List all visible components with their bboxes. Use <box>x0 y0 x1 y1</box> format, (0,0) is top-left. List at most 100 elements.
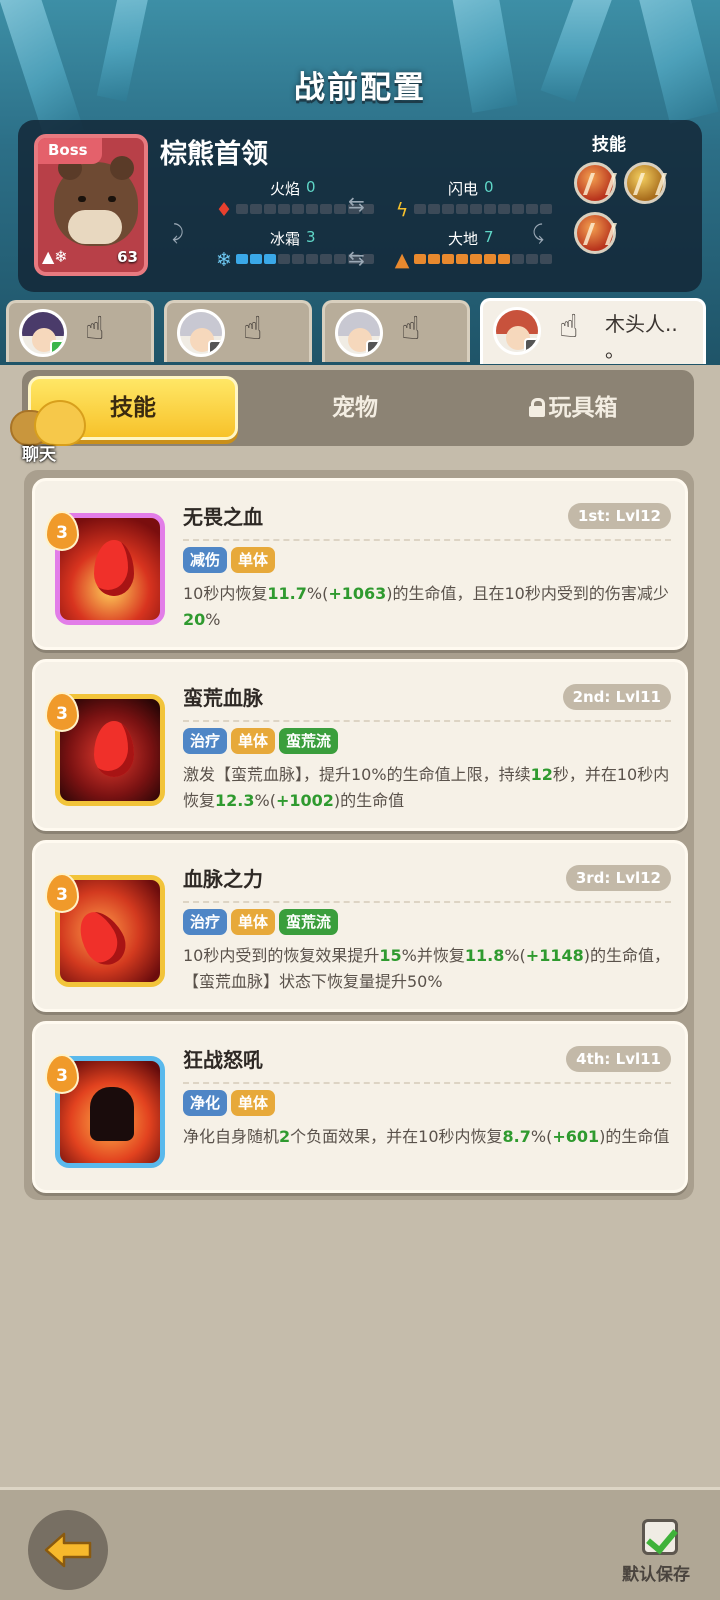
element-label: 大地 <box>447 230 478 248</box>
hero-tab-2[interactable]: ☝ <box>164 300 312 362</box>
skill-level-badge: 3 <box>45 873 79 913</box>
swap-arrow-icon: ⇆ <box>348 246 365 270</box>
element-bar-segment <box>456 204 468 214</box>
lightning-icon: ϟ <box>395 199 409 221</box>
skill-rank: 4th: Lvl11 <box>566 1046 671 1072</box>
boss-skills-label: 技能 <box>592 135 626 155</box>
hero-avatar <box>335 309 383 357</box>
divider <box>183 901 671 903</box>
page-title: 战前配置 <box>294 70 426 106</box>
back-button[interactable] <box>28 1510 108 1590</box>
description-text: )的生命值 <box>333 791 405 810</box>
skill-tag: 净化 <box>183 1090 228 1116</box>
skill-level-badge: 3 <box>45 692 79 732</box>
description-text: 10秒内受到的恢复效果提升 <box>183 946 380 965</box>
element-bar-segment <box>526 254 538 264</box>
element-bar-segment <box>306 254 318 264</box>
hero-avatar <box>493 307 541 355</box>
tab-pets[interactable]: 宠物 <box>250 376 460 440</box>
swap-arrow-icon: ⇆ <box>348 192 365 216</box>
skill-tags: 净化 单体 <box>183 1090 276 1116</box>
tap-hand-icon: ☝ <box>85 309 105 347</box>
bear-avatar-icon <box>54 156 138 246</box>
snowflake-icon: ❄ <box>216 249 232 271</box>
divider <box>183 539 671 541</box>
skill-card[interactable]: 3 血脉之力 3rd: Lvl12 治疗 单体 蛮荒流 10秒内受到的恢复效果提升1… <box>32 840 688 1012</box>
element-label: 冰霜 <box>269 230 300 248</box>
swap-arrow-icon: ⤸ <box>172 220 184 244</box>
skill-title: 狂战怒吼 <box>183 1048 263 1072</box>
element-label: 闪电 <box>447 180 478 198</box>
boss-portrait[interactable]: Boss ▲❄ 63 <box>34 134 148 276</box>
hero-tab-3[interactable]: ☝ <box>322 300 470 362</box>
skill-tag: 单体 <box>231 547 276 573</box>
fire-icon: ♦ <box>215 199 233 221</box>
element-bar-segment <box>498 254 510 264</box>
default-save-label: 默认保存 <box>622 1565 690 1585</box>
chat-button[interactable]: 聊天 <box>8 400 86 465</box>
element-bar <box>414 254 552 264</box>
default-save-checkbox[interactable] <box>642 1519 678 1555</box>
skill-description: 10秒内恢复11.7%(+1063)的生命值，且在10秒内受到的伤害减少 20% <box>183 581 677 633</box>
skill-tag: 蛮荒流 <box>279 728 339 754</box>
element-bar-segment <box>428 254 440 264</box>
skill-card[interactable]: 3 无畏之血 1st: Lvl12 减伤 单体 10秒内恢复11.7%(+1063… <box>32 478 688 650</box>
section-tabs: 技能 宠物 玩具箱 <box>22 370 694 446</box>
hero-tab-1[interactable]: ☝ <box>6 300 154 362</box>
element-bar-segment <box>540 204 552 214</box>
element-value: 3 <box>306 228 316 246</box>
element-bar-segment <box>484 254 496 264</box>
boss-name: 棕熊首领 <box>160 139 268 170</box>
skill-description: 激发【蛮荒血脉】，提升10%的生命值上限，持续12秒，并在10秒内恢复12.3%… <box>183 762 677 814</box>
element-bar-segment <box>526 204 538 214</box>
element-bar-segment <box>264 204 276 214</box>
hero-avatar <box>19 309 67 357</box>
element-bar-segment <box>250 254 262 264</box>
description-text: %( <box>530 1127 553 1146</box>
boss-info-panel: Boss ▲❄ 63 棕熊首领 火焰 0 ♦ 闪电 0 ϟ 冰霜 3 ❄ 大地 … <box>18 120 702 292</box>
skill-rank: 1st: Lvl12 <box>567 503 671 529</box>
highlight-value: +1002 <box>275 791 334 810</box>
element-value: 0 <box>306 178 316 196</box>
description-text: %( <box>504 946 526 965</box>
element-bar-segment <box>306 204 318 214</box>
element-bar-segment <box>236 254 248 264</box>
highlight-value: 12.3 <box>215 791 255 810</box>
tab-toybox[interactable]: 玩具箱 <box>468 376 678 440</box>
hero-avatar <box>177 309 225 357</box>
hero-tab-4[interactable]: ☝ 木头人.. 。 <box>480 298 706 364</box>
skill-tags: 减伤 单体 <box>183 547 276 573</box>
description-text: %( <box>306 584 329 603</box>
element-bar-segment <box>320 204 332 214</box>
description-text: % <box>205 610 221 629</box>
tab-toybox-label: 玩具箱 <box>548 395 618 421</box>
element-bar-segment <box>320 254 332 264</box>
element-bar-segment <box>334 204 346 214</box>
skill-card[interactable]: 3 狂战怒吼 4th: Lvl11 净化 单体 净化自身随机2个负面效果，并在10… <box>32 1021 688 1193</box>
lock-icon <box>528 398 545 417</box>
element-bar-segment <box>278 254 290 264</box>
skill-level-badge: 3 <box>45 1054 79 1094</box>
skill-title: 血脉之力 <box>183 867 263 891</box>
skill-title: 蛮荒血脉 <box>183 686 263 710</box>
skill-tag: 单体 <box>231 728 276 754</box>
element-bar-segment <box>292 204 304 214</box>
element-bar-segment <box>442 254 454 264</box>
hero-name: 木头人.. 。 <box>605 312 678 362</box>
boss-level: 63 <box>117 248 138 266</box>
highlight-value: 11.7 <box>267 584 307 603</box>
highlight-value: 8.7 <box>502 1127 531 1146</box>
skill-description: 净化自身随机2个负面效果，并在10秒内恢复8.7%(+601)的生命值 <box>183 1124 677 1150</box>
claw-skill-icon[interactable] <box>574 162 616 204</box>
skill-card[interactable]: 3 蛮荒血脉 2nd: Lvl11 治疗 单体 蛮荒流 激发【蛮荒血脉】，提升10%… <box>32 659 688 831</box>
element-bar-segment <box>456 254 468 264</box>
skill-level-badge: 3 <box>45 511 79 551</box>
skill-description: 10秒内受到的恢复效果提升15%并恢复11.8%(+1148)的生命值，【蛮荒血… <box>183 943 677 995</box>
highlight-value: 11.8 <box>464 946 505 965</box>
element-bar-segment <box>470 254 482 264</box>
element-bar <box>414 204 552 214</box>
description-text: )的生命值 <box>599 1127 670 1146</box>
element-bar-segment <box>540 254 552 264</box>
gold-beast-skill-icon[interactable] <box>624 162 666 204</box>
claw-skill-icon[interactable] <box>574 212 616 254</box>
